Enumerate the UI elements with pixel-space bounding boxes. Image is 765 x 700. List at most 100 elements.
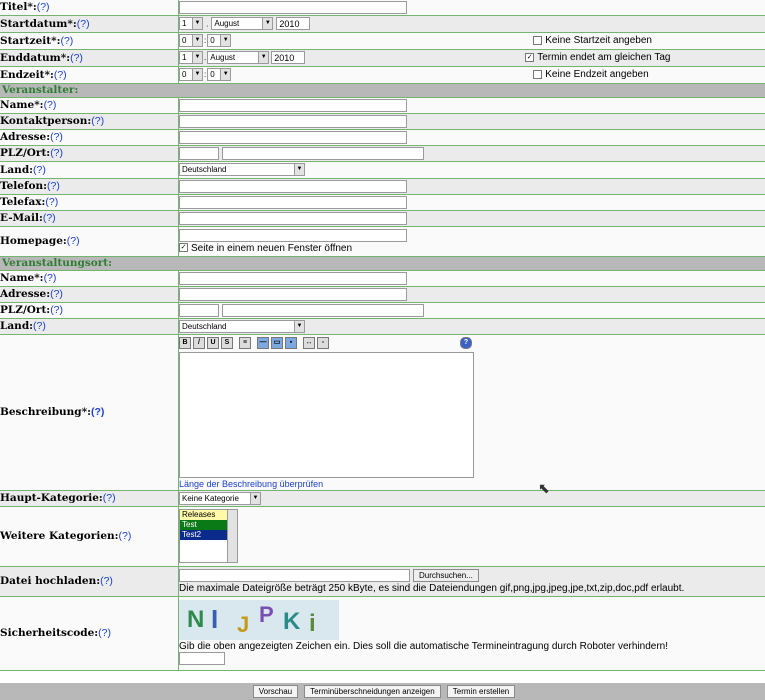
end-minute-select[interactable]: 0 ▼	[207, 68, 232, 81]
end-month-select[interactable]: August ▼	[207, 51, 270, 64]
main-category-label: Haupt-Kategorie:(?)	[0, 490, 179, 507]
unlink-icon[interactable]: ▫	[317, 336, 329, 349]
image-icon[interactable]: ▪	[285, 336, 297, 349]
captcha-input[interactable]	[179, 651, 225, 665]
venue-zip-input[interactable]	[179, 303, 219, 317]
homepage-input[interactable]	[179, 228, 407, 242]
email-input[interactable]	[179, 211, 407, 225]
fax-input[interactable]	[179, 195, 407, 209]
help-link[interactable]: (?)	[33, 164, 46, 176]
checkbox-unchecked-icon	[533, 69, 543, 79]
italic-icon[interactable]: /	[193, 336, 205, 349]
title-input[interactable]	[179, 0, 407, 14]
chevron-down-icon: ▼	[220, 35, 231, 46]
end-day-select[interactable]: 1 ▼	[179, 51, 203, 64]
strike-icon[interactable]: S	[221, 336, 233, 349]
captcha-char: I	[211, 603, 219, 634]
phone-input[interactable]	[179, 179, 407, 193]
organizer-name-input[interactable]	[179, 98, 407, 112]
more-categories-label: Weitere Kategorien:(?)	[0, 506, 179, 567]
checkbox-checked-icon: ✓	[179, 243, 188, 253]
link-icon[interactable]: ↔	[303, 336, 315, 349]
description-textarea[interactable]	[179, 351, 474, 478]
help-link[interactable]: (?)	[45, 196, 58, 208]
help-link[interactable]: (?)	[50, 131, 63, 143]
categories-listbox[interactable]: Releases Test Test2	[179, 509, 238, 563]
help-link[interactable]: (?)	[98, 627, 111, 639]
organizer-zip-input[interactable]	[179, 146, 219, 160]
section-venue: Veranstaltungsort:	[0, 256, 765, 271]
help-link[interactable]: (?)	[70, 52, 83, 64]
start-time-label: Startzeit*:(?)	[0, 32, 179, 50]
align-icon[interactable]: ≡	[239, 336, 251, 349]
venue-country-select[interactable]: Deutschland ▼	[179, 319, 305, 333]
help-link[interactable]: (?)	[91, 115, 104, 127]
end-hour-select[interactable]: 0 ▼	[179, 68, 203, 81]
contact-label: Kontaktperson:(?)	[0, 113, 179, 130]
bold-icon[interactable]: B	[179, 336, 191, 349]
start-hour-select[interactable]: 0 ▼	[179, 34, 203, 47]
list-item[interactable]: Test2	[180, 530, 228, 540]
chevron-down-icon: ▼	[192, 52, 202, 63]
captcha-char: N	[187, 605, 205, 633]
start-date-label: Startdatum*:(?)	[0, 15, 179, 33]
chevron-down-icon: ▼	[294, 320, 304, 332]
venue-city-input[interactable]	[222, 303, 425, 317]
start-year-input[interactable]	[276, 17, 311, 30]
help-link[interactable]: (?)	[33, 320, 46, 332]
organizer-address-input[interactable]	[179, 130, 407, 144]
list-icon[interactable]: —	[257, 336, 269, 349]
help-link[interactable]: (?)	[44, 272, 57, 284]
venue-zip-label: PLZ/Ort:(?)	[0, 302, 179, 319]
create-event-button[interactable]: Termin erstellen	[446, 685, 516, 698]
start-day-select[interactable]: 1 ▼	[179, 17, 203, 30]
end-time-label: Endzeit*:(?)	[0, 66, 179, 84]
venue-address-input[interactable]	[179, 287, 407, 301]
help-link[interactable]: (?)	[91, 406, 104, 418]
help-link[interactable]: (?)	[50, 304, 63, 316]
checkbox-checked-icon: ✓	[525, 52, 535, 62]
scrollbar[interactable]	[227, 510, 237, 562]
preview-button[interactable]: Vorschau	[252, 685, 299, 698]
no-end-time-checkbox[interactable]: Keine Endzeit angeben	[533, 69, 649, 80]
list-item[interactable]: Releases	[180, 510, 228, 520]
start-minute-select[interactable]: 0 ▼	[207, 34, 232, 47]
show-overlaps-button[interactable]: Terminüberschneidungen anzeigen	[304, 685, 441, 698]
help-link[interactable]: (?)	[44, 99, 57, 111]
help-link[interactable]: (?)	[67, 235, 80, 247]
contact-input[interactable]	[179, 114, 407, 128]
end-year-input[interactable]	[271, 51, 306, 64]
list-item[interactable]: Test	[180, 520, 228, 530]
upload-label: Datei hochladen:(?)	[0, 566, 179, 597]
check-length-link[interactable]: Länge der Beschreibung überprüfen	[179, 479, 765, 489]
no-start-time-checkbox[interactable]: Keine Startzeit angeben	[533, 35, 652, 46]
help-link[interactable]: (?)	[43, 212, 56, 224]
help-link[interactable]: (?)	[119, 530, 132, 542]
checkbox-unchecked-icon	[533, 35, 543, 45]
help-link[interactable]: (?)	[54, 69, 67, 81]
underline-icon[interactable]: U	[207, 336, 219, 349]
organizer-name-label: Name*:(?)	[0, 97, 179, 114]
new-window-checkbox[interactable]: ✓ Seite in einem neuen Fenster öffnen	[179, 243, 352, 254]
help-link[interactable]: (?)	[77, 18, 90, 30]
organizer-city-input[interactable]	[222, 146, 425, 160]
help-link[interactable]: (?)	[100, 575, 113, 587]
help-link[interactable]: (?)	[47, 180, 60, 192]
start-month-select[interactable]: August ▼	[211, 17, 274, 30]
indent-icon[interactable]: ▭	[271, 336, 283, 349]
main-category-select[interactable]: Keine Kategorie ▼	[179, 491, 261, 505]
help-icon[interactable]: ?	[460, 336, 472, 349]
organizer-country-select[interactable]: Deutschland ▼	[179, 163, 305, 176]
form-table: Titel*:(?) Startdatum*:(?) 1 ▼ . August ▼ …	[0, 0, 765, 671]
help-link[interactable]: (?)	[60, 35, 73, 47]
same-day-checkbox[interactable]: ✓ Termin endet am gleichen Tag	[525, 52, 670, 63]
help-link[interactable]: (?)	[103, 492, 116, 504]
help-link[interactable]: (?)	[37, 1, 50, 13]
browse-button[interactable]: Durchsuchen...	[413, 568, 479, 582]
chevron-down-icon: ▼	[294, 164, 304, 175]
venue-name-input[interactable]	[179, 271, 407, 285]
file-input[interactable]	[179, 568, 410, 582]
captcha-char: P	[259, 601, 274, 627]
help-link[interactable]: (?)	[50, 288, 63, 300]
help-link[interactable]: (?)	[50, 147, 63, 159]
